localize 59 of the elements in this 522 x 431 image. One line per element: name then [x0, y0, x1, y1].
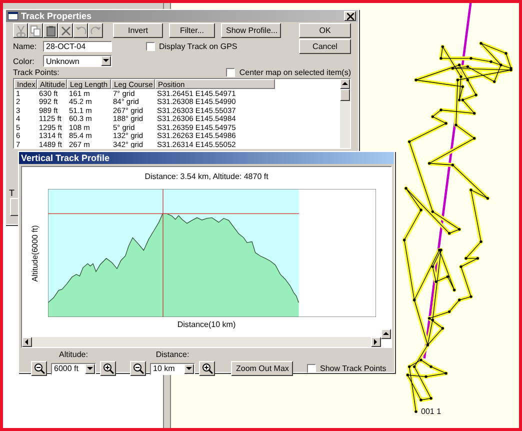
distance-label: Distance:	[156, 350, 190, 359]
close-icon	[346, 12, 354, 20]
zoom-in-icon	[102, 363, 114, 374]
scrollbar[interactable]	[340, 79, 350, 148]
checkbox[interactable]	[226, 68, 236, 77]
checkbox-label: Show Track Points	[320, 364, 386, 373]
name-label: Name:	[13, 42, 37, 51]
caret-icon	[102, 57, 110, 65]
checkbox[interactable]	[307, 364, 316, 373]
checkbox[interactable]	[146, 42, 155, 51]
zoom-out-button[interactable]	[130, 361, 146, 376]
copy-button[interactable]	[28, 23, 43, 38]
zoom-in-button[interactable]	[100, 361, 116, 376]
checkbox-label: Display Track on GPS	[159, 42, 238, 51]
redo-button[interactable]	[88, 23, 103, 38]
redo-icon	[90, 24, 102, 36]
checkbox-label: Center map on selected item(s)	[239, 68, 351, 77]
delete-button[interactable]	[58, 23, 73, 38]
distance-dropdown[interactable]: 10 km	[150, 362, 195, 374]
y-axis-label: Altitude(6000 ft)	[30, 224, 40, 282]
paste-button[interactable]	[43, 23, 58, 38]
copy-icon	[30, 24, 42, 36]
zoom-out-icon	[34, 363, 44, 374]
cut-button[interactable]	[13, 23, 28, 38]
zoom-in-button[interactable]	[199, 361, 215, 376]
caret-icon	[86, 364, 94, 372]
window-title: Track Properties	[21, 11, 93, 21]
scrollbar[interactable]	[22, 337, 381, 347]
scrollbar-thumb[interactable]	[340, 89, 350, 101]
scroll-button[interactable]	[381, 329, 391, 339]
label: T	[9, 188, 14, 198]
toolbar-button[interactable]: Filter...	[169, 23, 215, 38]
ok-button[interactable]: OK	[299, 23, 351, 38]
zoom-out-max-button[interactable]: Zoom Out Max	[231, 361, 293, 376]
caret-icon	[185, 364, 193, 372]
name-field[interactable]: 28-OCT-04	[43, 41, 112, 52]
zoom-out-icon	[132, 363, 144, 374]
clipboard-icon	[44, 24, 56, 36]
cancel-button[interactable]: Cancel	[299, 39, 351, 54]
arrow-icon	[341, 80, 349, 88]
waypoint-label: 001 1	[421, 407, 442, 416]
arrow-icon	[23, 338, 31, 346]
window-title: Vertical Track Profile	[21, 153, 111, 163]
distance-altitude-readout: Distance: 3.54 km, Altitude: 4870 ft	[144, 171, 270, 183]
undo-button[interactable]	[73, 23, 88, 38]
altitude-dropdown[interactable]: 6000 ft	[51, 362, 96, 374]
delete-icon	[60, 24, 72, 36]
toolbar-button[interactable]: Invert	[113, 23, 163, 38]
zoom-in-icon	[202, 363, 212, 374]
toolbar-button[interactable]: Show Profile...	[221, 23, 281, 38]
track-points-label: Track Points:	[13, 68, 60, 77]
zoom-out-button[interactable]	[31, 361, 47, 376]
scissors-icon	[14, 24, 26, 36]
window-icon	[8, 12, 18, 20]
color-dropdown[interactable]: Unknown	[43, 55, 112, 67]
color-label: Color:	[13, 56, 36, 66]
altitude-label: Altitude:	[59, 350, 88, 359]
x-axis-label: Distance(10 km)	[177, 319, 236, 331]
undo-icon	[74, 24, 86, 36]
